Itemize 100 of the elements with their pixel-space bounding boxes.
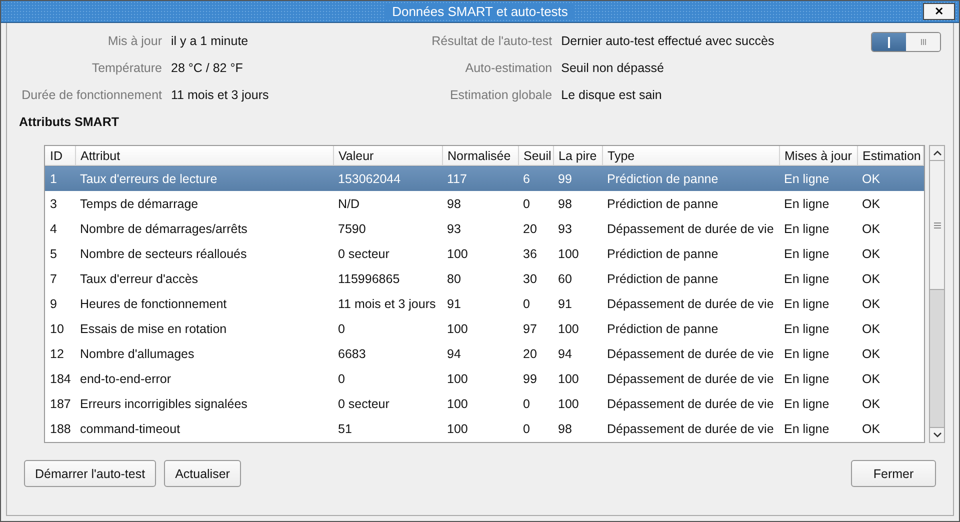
table-cell-text: Dépassement de durée de vie bbox=[606, 370, 775, 388]
table-row[interactable]: 10 Essais de mise en rotation 0 100 97 100 Prédiction de panne En ligne OK bbox=[45, 316, 924, 341]
table-cell-text: 187 bbox=[49, 396, 72, 412]
scroll-thumb[interactable] bbox=[930, 161, 944, 290]
table-cell-text: 115996865 bbox=[337, 270, 401, 288]
column-header[interactable]: Valeur bbox=[333, 146, 442, 166]
table-row[interactable]: 9 Heures de fonctionnement 11 mois et 3 jours 91 0 91 Dépassement de durée de vie En ligne OK bbox=[45, 291, 924, 316]
field-value: 28 °C / 82 °F bbox=[171, 60, 244, 77]
table-cell-text: 51 bbox=[337, 420, 353, 438]
column-header[interactable]: Mises à jour bbox=[779, 146, 857, 166]
table-cell: 1 bbox=[45, 166, 75, 191]
table-cell-text: 6683 bbox=[337, 346, 367, 362]
toggle-switch[interactable] bbox=[871, 32, 941, 52]
table-cell-text: Dépassement de durée de vie bbox=[606, 346, 775, 363]
table-cell: Temps de démarrage bbox=[75, 191, 333, 216]
table-cell-text: OK bbox=[861, 346, 882, 362]
field-value: 11 mois et 3 jours bbox=[171, 87, 270, 104]
table-cell-text: Prédiction de panne bbox=[606, 246, 720, 263]
field-label: Mis à jour bbox=[106, 33, 162, 50]
field-label: Estimation globale bbox=[448, 87, 552, 104]
table-cell-text: 91 bbox=[557, 296, 573, 312]
table-cell: En ligne bbox=[779, 191, 857, 216]
table-cell-text: En ligne bbox=[783, 296, 830, 313]
table-cell-text: 4 bbox=[49, 220, 58, 238]
table-cell-text: 99 bbox=[522, 370, 538, 388]
close-dialog-button[interactable]: Fermer bbox=[851, 460, 936, 487]
table-cell-text: 100 bbox=[446, 246, 469, 262]
table-row[interactable]: 184 end-to-end-error 0 100 99 100 Dépassement de durée de vie En ligne OK bbox=[45, 366, 924, 391]
scroll-down-button[interactable] bbox=[930, 427, 944, 442]
field-value: Seuil non dépassé bbox=[561, 60, 665, 77]
table-cell-text: En ligne bbox=[783, 270, 830, 288]
table-cell-text: 5 bbox=[49, 246, 58, 262]
table-cell: Prédiction de panne bbox=[602, 166, 779, 191]
table-cell-text: OK bbox=[861, 396, 882, 412]
table-cell-text: Nombre d'allumages bbox=[79, 346, 196, 363]
table-cell-text: En ligne bbox=[783, 246, 830, 263]
table-cell-text: 0 secteur bbox=[337, 396, 390, 412]
table-cell: OK bbox=[857, 191, 924, 216]
chevron-down-icon bbox=[932, 432, 942, 438]
table-cell-text: 100 bbox=[446, 370, 469, 388]
close-button[interactable]: ✕ bbox=[923, 3, 955, 20]
table-cell-text: Prédiction de panne bbox=[606, 320, 720, 338]
table-row[interactable]: 4 Nombre de démarrages/arrêts 7590 93 20 93 Dépassement de durée de vie En ligne OK bbox=[45, 216, 924, 241]
table-cell-text: 93 bbox=[446, 220, 462, 238]
column-header[interactable]: Type bbox=[602, 146, 779, 166]
table-cell-text: 98 bbox=[557, 420, 573, 438]
table-cell-text: Dépassement de durée de vie bbox=[606, 396, 775, 413]
table-cell-text: OK bbox=[861, 296, 882, 312]
table-cell: OK bbox=[857, 166, 924, 191]
table-cell-text: Dépassement de durée de vie bbox=[606, 296, 775, 313]
table-cell-text: En ligne bbox=[783, 220, 830, 238]
action-button[interactable]: Démarrer l'auto-test bbox=[24, 460, 156, 487]
table-cell-text: 91 bbox=[446, 296, 462, 312]
table-cell-text: Dépassement de durée de vie bbox=[606, 220, 775, 238]
table-row[interactable]: 7 Taux d'erreur d'accès 115996865 80 30 60 Prédiction de panne En ligne OK bbox=[45, 266, 924, 291]
table-cell-text: En ligne bbox=[783, 396, 830, 413]
field-label: Durée de fonctionnement bbox=[20, 87, 162, 104]
action-button[interactable]: Actualiser bbox=[164, 460, 241, 487]
table-cell-text: 7 bbox=[49, 270, 58, 288]
table-cell-text: Nombre de démarrages/arrêts bbox=[79, 220, 248, 238]
column-header[interactable]: ID bbox=[45, 146, 75, 166]
table-cell-text: 97 bbox=[522, 320, 538, 338]
table-row[interactable]: 3 Temps de démarrage N/D 98 0 98 Prédiction de panne En ligne OK bbox=[45, 191, 924, 216]
table-cell: Taux d'erreurs de lecture bbox=[75, 166, 333, 191]
column-header[interactable]: La pire bbox=[553, 146, 602, 166]
table-cell-text: Nombre de secteurs réalloués bbox=[79, 246, 248, 262]
scroll-up-button[interactable] bbox=[930, 146, 944, 161]
table-row[interactable]: 12 Nombre d'allumages 6683 94 20 94 Dépassement de durée de vie En ligne OK bbox=[45, 341, 924, 366]
table-row[interactable]: 187 Erreurs incorrigibles signalées 0 secteur 100 0 100 Dépassement de durée de vie En ligne OK bbox=[45, 391, 924, 416]
table-cell: 117 bbox=[442, 166, 518, 191]
table-cell-text: 100 bbox=[557, 320, 580, 338]
table-row[interactable]: 5 Nombre de secteurs réalloués 0 secteur 100 36 100 Prédiction de panne En ligne OK bbox=[45, 241, 924, 266]
table-cell-text: OK bbox=[861, 320, 882, 338]
table-cell-text: 93 bbox=[557, 220, 573, 238]
column-header[interactable]: Normalisée bbox=[442, 146, 518, 166]
table-cell-text: 0 secteur bbox=[337, 246, 390, 262]
table-cell-text: 188 bbox=[49, 420, 72, 438]
column-header[interactable]: Estimation bbox=[857, 146, 924, 166]
field-value: Dernier auto-test effectué avec succès bbox=[561, 33, 776, 50]
table-cell-text: OK bbox=[861, 420, 882, 438]
table-cell-text: OK bbox=[861, 270, 882, 288]
table-cell-text: 30 bbox=[522, 270, 538, 288]
table-cell-text: OK bbox=[861, 370, 882, 388]
table-cell-text: 100 bbox=[446, 420, 469, 438]
table-cell: 98 bbox=[553, 191, 602, 216]
field-label: Température bbox=[90, 60, 162, 77]
scrollbar[interactable] bbox=[929, 145, 945, 443]
table-cell: 3 bbox=[45, 191, 75, 216]
field-label: Résultat de l'auto-test bbox=[430, 33, 552, 50]
window-title: Données SMART et auto-tests bbox=[386, 4, 574, 19]
table-cell-text: Essais de mise en rotation bbox=[79, 320, 228, 338]
table-cell-text: 100 bbox=[557, 370, 580, 388]
table-cell-text: 7590 bbox=[337, 220, 367, 238]
table-cell-text: En ligne bbox=[783, 370, 830, 388]
table-row[interactable]: 1 Taux d'erreurs de lecture 153062044 117 6 99 Prédiction de panne En ligne OK bbox=[45, 166, 924, 191]
column-header[interactable]: Attribut bbox=[75, 146, 333, 166]
field-label: Auto-estimation bbox=[464, 60, 552, 77]
column-header[interactable]: Seuil bbox=[518, 146, 553, 166]
table-cell-text: 11 mois et 3 jours bbox=[337, 296, 437, 313]
table-row[interactable]: 188 command-timeout 51 100 0 98 Dépassement de durée de vie En ligne OK bbox=[45, 416, 924, 441]
